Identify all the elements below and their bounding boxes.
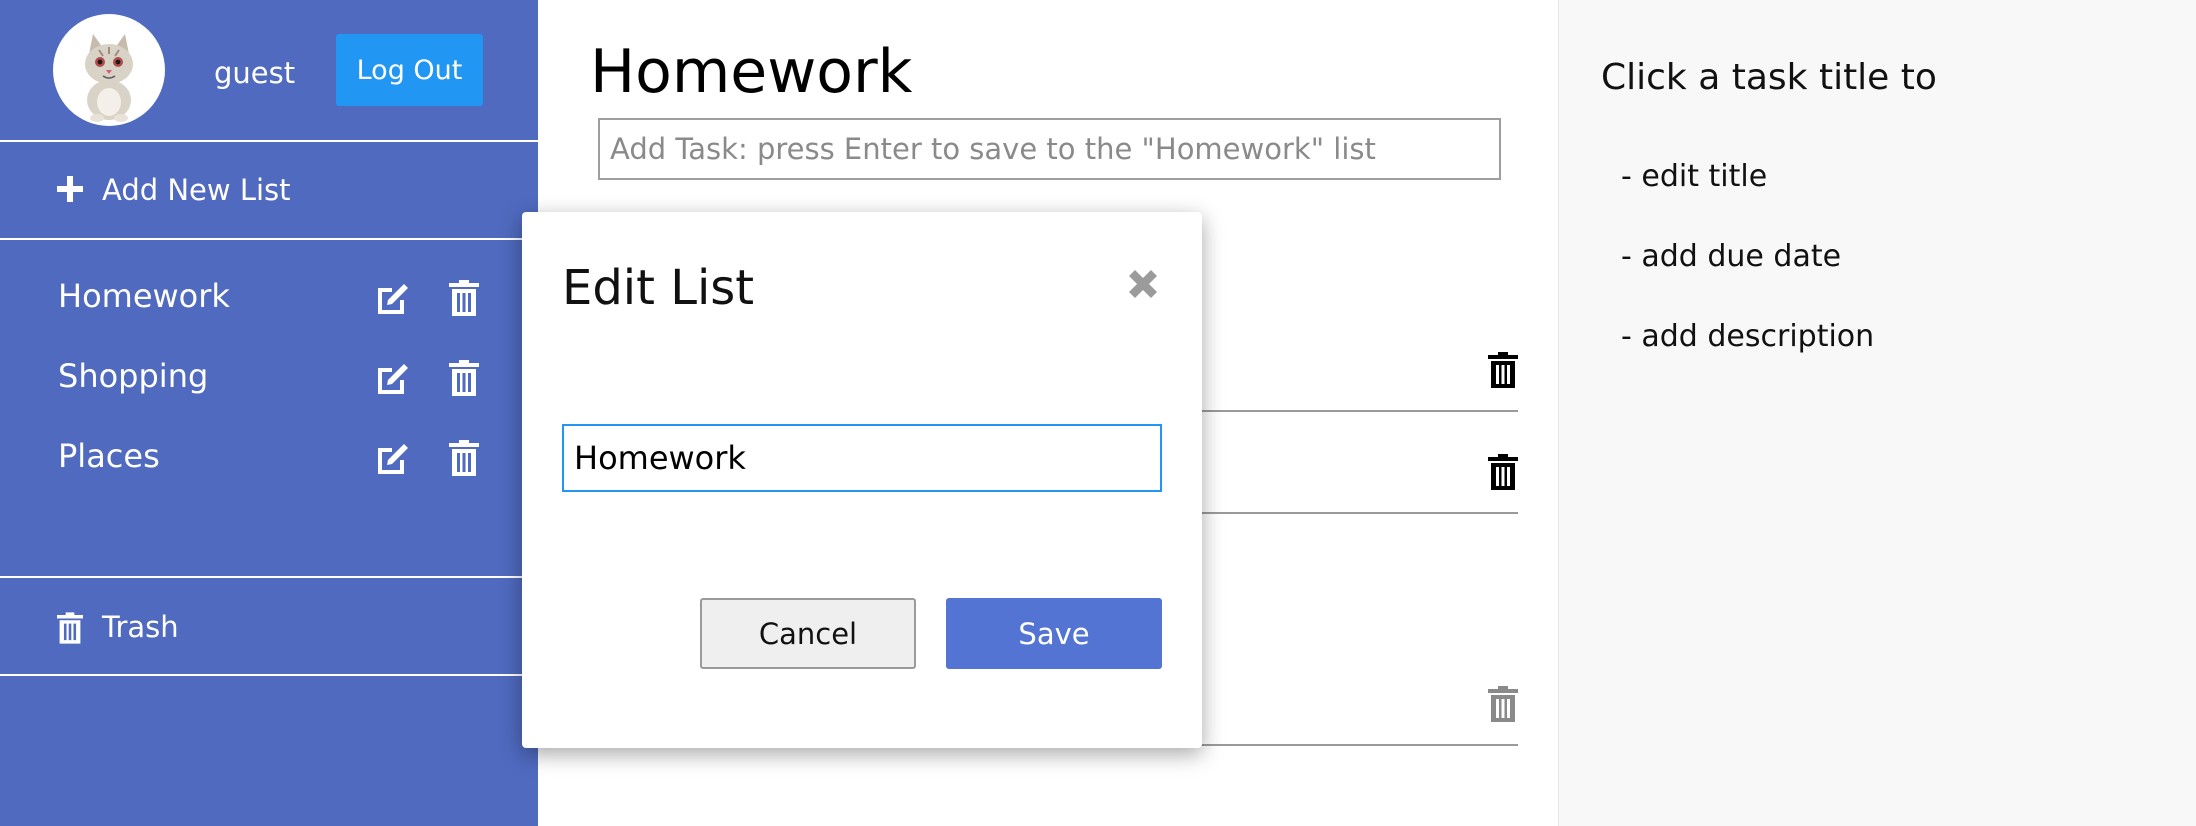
sidebar-list-item-places[interactable]: Places bbox=[0, 422, 538, 492]
help-item: - edit title bbox=[1621, 159, 1768, 194]
sidebar: guest Log Out Add New List Homework Shop… bbox=[0, 0, 538, 826]
list-item-label[interactable]: Homework bbox=[58, 276, 230, 316]
trash-icon[interactable] bbox=[1488, 686, 1518, 722]
edit-icon[interactable] bbox=[374, 280, 410, 316]
username: guest bbox=[214, 56, 296, 90]
add-task-input[interactable] bbox=[598, 118, 1501, 180]
help-item: - add due date bbox=[1621, 239, 1842, 274]
list-item-label[interactable]: Places bbox=[58, 436, 160, 476]
trash-icon[interactable] bbox=[449, 440, 479, 476]
page-title: Homework bbox=[590, 37, 913, 107]
trash-icon bbox=[57, 612, 83, 644]
help-panel: Click a task title to - edit title - add… bbox=[1558, 0, 2196, 826]
trash-icon[interactable] bbox=[1488, 454, 1518, 490]
sidebar-trash[interactable]: Trash bbox=[0, 578, 538, 674]
add-new-list-button[interactable]: Add New List bbox=[0, 143, 538, 239]
help-item: - add description bbox=[1621, 319, 1875, 354]
cancel-button[interactable]: Cancel bbox=[700, 598, 916, 669]
sidebar-list-item-shopping[interactable]: Shopping bbox=[0, 342, 538, 412]
edit-icon[interactable] bbox=[374, 440, 410, 476]
help-title: Click a task title to bbox=[1601, 57, 1937, 98]
divider bbox=[0, 238, 538, 240]
close-icon[interactable] bbox=[1123, 264, 1163, 304]
divider bbox=[0, 140, 538, 142]
trash-icon[interactable] bbox=[449, 280, 479, 316]
trash-label: Trash bbox=[102, 610, 179, 644]
add-new-list-label: Add New List bbox=[102, 173, 291, 207]
divider bbox=[0, 674, 538, 676]
trash-icon[interactable] bbox=[449, 360, 479, 396]
modal-title: Edit List bbox=[562, 260, 755, 316]
edit-icon[interactable] bbox=[374, 360, 410, 396]
trash-icon[interactable] bbox=[1488, 352, 1518, 388]
cat-avatar-icon bbox=[85, 34, 133, 122]
user-header: guest Log Out bbox=[0, 0, 538, 140]
avatar bbox=[53, 14, 165, 126]
list-name-input[interactable] bbox=[562, 424, 1162, 492]
list-item-label[interactable]: Shopping bbox=[58, 356, 208, 396]
sidebar-list-item-homework[interactable]: Homework bbox=[0, 262, 538, 332]
edit-list-modal: Edit List Cancel Save bbox=[522, 212, 1202, 748]
logout-button[interactable]: Log Out bbox=[336, 34, 483, 106]
plus-icon bbox=[57, 176, 83, 202]
save-button[interactable]: Save bbox=[946, 598, 1162, 669]
